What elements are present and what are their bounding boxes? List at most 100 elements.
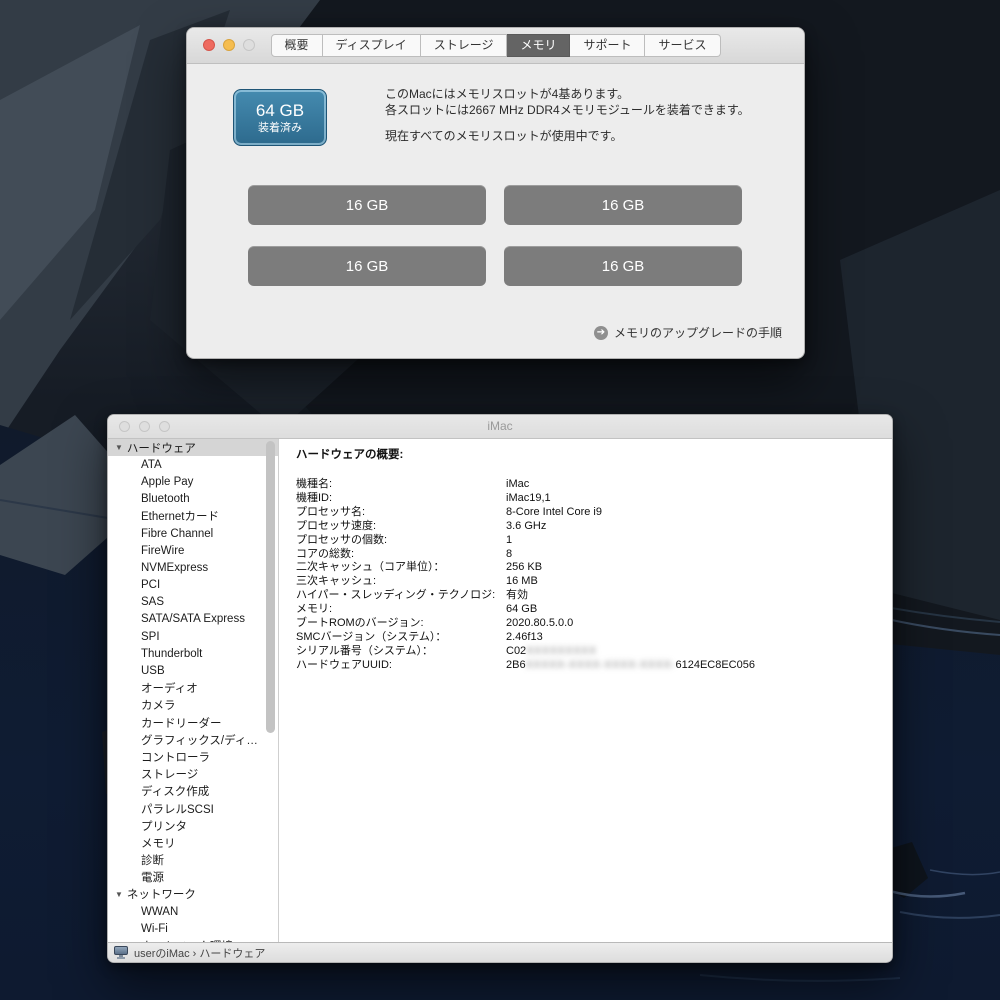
hardware-info-row: SMCバージョン（システム）：2.46f13 — [296, 631, 884, 645]
sidebar-item-FireWire[interactable]: FireWire — [108, 542, 278, 559]
hardware-info-label: プロセッサ速度: — [296, 520, 506, 534]
hardware-info-label: メモリ: — [296, 603, 506, 617]
hardware-info-value: 8 — [506, 548, 512, 562]
statusbar-breadcrumb: userのiMac › ハードウェア — [134, 945, 265, 961]
hardware-info-label: ハイパー・スレッディング・テクノロジ: — [296, 589, 506, 603]
sidebar-item-NVMExpress[interactable]: NVMExpress — [108, 559, 278, 576]
window-controls — [203, 39, 255, 51]
hardware-info-value: 3.6 GHz — [506, 520, 546, 534]
hardware-info-value: 1 — [506, 534, 512, 548]
hardware-info-value: 64 GB — [506, 603, 537, 617]
memory-info-line-2: 各スロットには2667 MHz DDR4メモリモジュールを装着できます。 — [385, 102, 785, 118]
redacted-text: XXXXXXXXX — [526, 645, 597, 657]
memory-info-line-1: このMacにはメモリスロットが4基あります。 — [385, 86, 785, 102]
memory-total-badge: 64 GB 装着済み — [233, 89, 327, 146]
memory-upgrade-link[interactable]: ➔ メモリのアップグレードの手順 — [594, 324, 782, 341]
desktop: 概要ディスプレイストレージメモリサポートサービス 64 GB 装着済み このMa… — [0, 0, 1000, 1000]
sidebar-item-Apple Pay[interactable]: Apple Pay — [108, 473, 278, 490]
hardware-info-label: 機種名: — [296, 478, 506, 492]
hardware-info-label: ブートROMのバージョン: — [296, 617, 506, 631]
sidebar-item-メモリ[interactable]: メモリ — [108, 834, 278, 851]
hardware-info-label: シリアル番号（システム）： — [296, 645, 506, 659]
memory-upgrade-link-label: メモリのアップグレードの手順 — [614, 324, 782, 341]
memory-slot-2: 16 GB — [504, 185, 742, 225]
sidebar-scrollbar[interactable] — [266, 441, 275, 733]
sidebar-item-コントローラ[interactable]: コントローラ — [108, 748, 278, 765]
tab-1[interactable]: 概要 — [271, 34, 323, 57]
sidebar-group-label: ネットワーク — [127, 886, 196, 902]
sidebar-item-SATA/SATA Express[interactable]: SATA/SATA Express — [108, 611, 278, 628]
sidebar-item-Thunderbolt[interactable]: Thunderbolt — [108, 645, 278, 662]
hardware-info-row: メモリ:64 GB — [296, 603, 884, 617]
hardware-info-value: 256 KB — [506, 561, 542, 575]
tab-3[interactable]: ストレージ — [421, 34, 508, 57]
hardware-info-label: 機種ID: — [296, 492, 506, 506]
tab-2[interactable]: ディスプレイ — [323, 34, 421, 57]
sidebar-item-ネットワーク環境[interactable]: ネットワーク環境 — [108, 937, 278, 942]
memory-total-status: 装着済み — [258, 121, 302, 135]
hardware-info-row: ブートROMのバージョン:2020.80.5.0.0 — [296, 617, 884, 631]
sidebar-item-Fibre Channel[interactable]: Fibre Channel — [108, 525, 278, 542]
hardware-info-label: 三次キャッシュ: — [296, 575, 506, 589]
sidebar-item-パラレルSCSI[interactable]: パラレルSCSI — [108, 800, 278, 817]
tab-6[interactable]: サービス — [645, 34, 720, 57]
sidebar-item-Bluetooth[interactable]: Bluetooth — [108, 491, 278, 508]
sidebar-item-USB[interactable]: USB — [108, 662, 278, 679]
tab-5[interactable]: サポート — [570, 34, 645, 57]
hardware-info-row: プロセッサ名:8-Core Intel Core i9 — [296, 506, 884, 520]
sidebar-item-Wi-Fi[interactable]: Wi-Fi — [108, 920, 278, 937]
system-information-window: iMac ▼ハードウェアATAApple PayBluetoothEtherne… — [107, 414, 893, 963]
close-button[interactable] — [203, 39, 215, 51]
window-title: iMac — [108, 419, 892, 433]
disclosure-triangle-icon[interactable]: ▼ — [115, 443, 123, 452]
hardware-info-row: 機種ID:iMac19,1 — [296, 492, 884, 506]
sidebar-item-カメラ[interactable]: カメラ — [108, 697, 278, 714]
hardware-info-row: シリアル番号（システム）：C02XXXXXXXXX — [296, 645, 884, 659]
sidebar-item-電源[interactable]: 電源 — [108, 869, 278, 886]
memory-info-text: このMacにはメモリスロットが4基あります。 各スロットには2667 MHz D… — [385, 86, 785, 144]
hardware-info-value: iMac19,1 — [506, 492, 551, 506]
sidebar-item-ATA[interactable]: ATA — [108, 456, 278, 473]
hardware-info-value: C02XXXXXXXXX — [506, 645, 597, 659]
about-this-mac-window: 概要ディスプレイストレージメモリサポートサービス 64 GB 装着済み このMa… — [186, 27, 805, 359]
sidebar-item-ディスク作成[interactable]: ディスク作成 — [108, 783, 278, 800]
zoom-button-disabled — [243, 39, 255, 51]
sidebar-item-PCI[interactable]: PCI — [108, 577, 278, 594]
sidebar-item-SAS[interactable]: SAS — [108, 594, 278, 611]
hardware-info-label: 二次キャッシュ（コア単位）： — [296, 561, 506, 575]
sidebar-item-ストレージ[interactable]: ストレージ — [108, 766, 278, 783]
memory-slot-4: 16 GB — [504, 246, 742, 286]
sidebar-item-WWAN[interactable]: WWAN — [108, 903, 278, 920]
hardware-info-value: 8-Core Intel Core i9 — [506, 506, 602, 520]
sidebar-item-グラフィックス/ディ…[interactable]: グラフィックス/ディ… — [108, 731, 278, 748]
sysinfo-statusbar: userのiMac › ハードウェア — [108, 942, 892, 962]
hardware-overview-pane: ハードウェアの概要: 機種名:iMac機種ID:iMac19,1プロセッサ名:8… — [279, 439, 892, 942]
sidebar-group-ハードウェア[interactable]: ▼ハードウェア — [108, 439, 278, 456]
about-tab-bar: 概要ディスプレイストレージメモリサポートサービス — [271, 34, 721, 57]
sidebar-item-SPI[interactable]: SPI — [108, 628, 278, 645]
redacted-text: XXXXX-XXXX-XXXX-XXXX- — [526, 659, 676, 671]
hardware-overview-rows: 機種名:iMac機種ID:iMac19,1プロセッサ名:8-Core Intel… — [296, 478, 884, 673]
sidebar-item-診断[interactable]: 診断 — [108, 852, 278, 869]
disclosure-triangle-icon[interactable]: ▼ — [115, 890, 123, 899]
sidebar-item-プリンタ[interactable]: プリンタ — [108, 817, 278, 834]
hardware-info-row: プロセッサ速度:3.6 GHz — [296, 520, 884, 534]
sidebar-group-ネットワーク[interactable]: ▼ ネットワーク — [108, 886, 278, 903]
hardware-info-row: ハイパー・スレッディング・テクノロジ:有効 — [296, 589, 884, 603]
hardware-info-value: 2B6XXXXX-XXXX-XXXX-XXXX-6124EC8EC056 — [506, 659, 755, 673]
arrow-circle-icon: ➔ — [594, 326, 608, 340]
minimize-button[interactable] — [223, 39, 235, 51]
hardware-info-label: コアの総数: — [296, 548, 506, 562]
sysinfo-body: ▼ハードウェアATAApple PayBluetoothEthernetカードF… — [108, 439, 892, 942]
hardware-info-label: ハードウェアUUID: — [296, 659, 506, 673]
hardware-info-row: 三次キャッシュ:16 MB — [296, 575, 884, 589]
sidebar-item-カードリーダー[interactable]: カードリーダー — [108, 714, 278, 731]
hardware-info-row: 機種名:iMac — [296, 478, 884, 492]
tab-4[interactable]: メモリ — [507, 34, 570, 57]
sidebar-item-オーディオ[interactable]: オーディオ — [108, 680, 278, 697]
hardware-info-label: プロセッサ名: — [296, 506, 506, 520]
hardware-info-value: 有効 — [506, 589, 528, 603]
sidebar-item-Ethernetカード[interactable]: Ethernetカード — [108, 508, 278, 525]
memory-slot-1: 16 GB — [248, 185, 486, 225]
hardware-info-label: プロセッサの個数: — [296, 534, 506, 548]
